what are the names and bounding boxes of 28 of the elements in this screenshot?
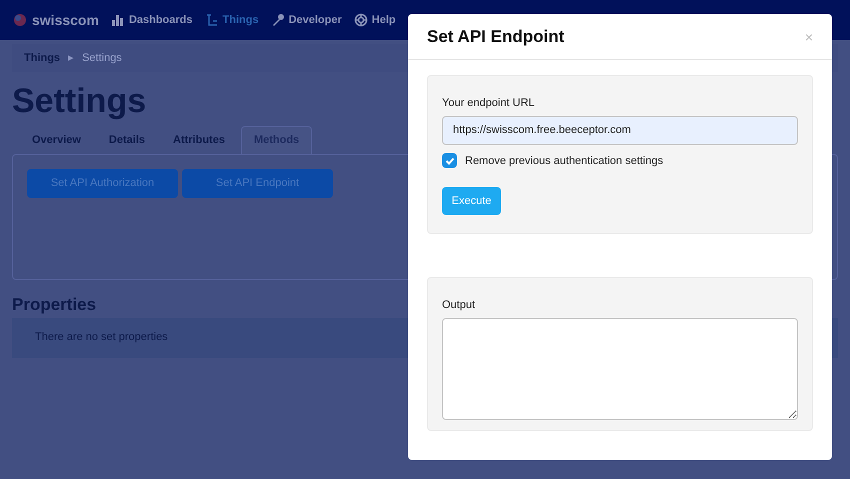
tab[interactable]: Overview: [20, 126, 93, 154]
field-label: Output: [442, 298, 476, 313]
tab[interactable]: Attributes: [161, 126, 237, 154]
nav-link[interactable]: Things: [204, 12, 259, 28]
breadcrumb-separator: ▸: [68, 50, 74, 66]
bar-chart-icon: [110, 13, 125, 27]
nav-link[interactable]: Developer: [270, 12, 342, 28]
logo-icon: [12, 12, 28, 28]
lifebuoy-icon: [354, 13, 368, 27]
checkmark-icon: [444, 156, 454, 166]
modal-title: Set API Endpoint: [427, 26, 564, 48]
brand-name: swisscom: [32, 11, 99, 30]
breadcrumb-item: Settings: [82, 50, 122, 66]
nav-link[interactable]: Help: [354, 12, 396, 28]
wrench-icon: [270, 13, 285, 27]
field-label: Your endpoint URL: [442, 96, 536, 111]
checkbox-label: Remove previous authentication settings: [465, 154, 664, 168]
nodes-icon: [204, 13, 219, 27]
nav-link[interactable]: Dashboards: [110, 12, 193, 28]
url-input[interactable]: https://swisscom.free.beeceptor.com: [442, 116, 798, 144]
method-button[interactable]: Set API Authorization: [27, 169, 178, 198]
execute-button[interactable]: Execute: [442, 187, 501, 215]
checkbox[interactable]: [442, 153, 457, 168]
method-button[interactable]: Set API Endpoint: [182, 169, 333, 198]
close-button[interactable]: ×: [804, 30, 813, 44]
page-title: Settings: [12, 84, 146, 118]
section-title: Properties: [12, 294, 96, 316]
tab[interactable]: Details: [96, 126, 157, 154]
